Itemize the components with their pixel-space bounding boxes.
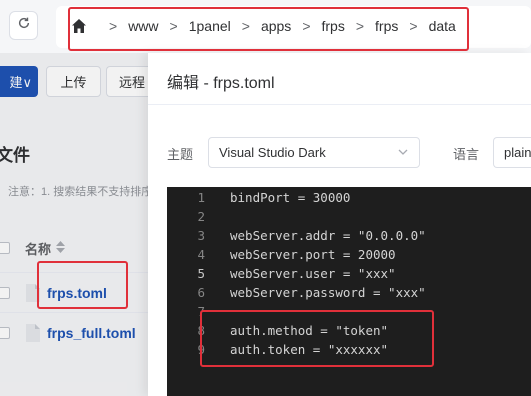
code-line: 2 [167, 207, 531, 226]
line-number: 1 [197, 190, 205, 205]
line-number: 5 [197, 266, 205, 281]
drawer-title: 编辑 - frps.toml [167, 75, 275, 92]
theme-select-value: Visual Studio Dark [219, 145, 326, 160]
app-root: > www > 1panel > apps > frps > frps > da… [0, 0, 531, 396]
line-number: 6 [197, 285, 205, 300]
annotation-box-auth [200, 310, 434, 367]
drawer-overlay[interactable] [0, 53, 148, 396]
refresh-icon [17, 16, 31, 35]
code-line: 6 webServer.password = "xxx" [167, 283, 531, 302]
line-number: 4 [197, 247, 205, 262]
refresh-button[interactable] [9, 11, 38, 40]
annotation-box-file [37, 261, 128, 309]
annotation-box-breadcrumb [68, 7, 469, 51]
theme-label: 主题 [167, 147, 194, 162]
code-line: 4 webServer.port = 20000 [167, 245, 531, 264]
language-select-value: plain [504, 145, 531, 160]
line-number: 2 [197, 209, 205, 224]
code-line: 5 webServer.user = "xxx" [167, 264, 531, 283]
code-line: 3 webServer.addr = "0.0.0.0" [167, 226, 531, 245]
line-text: webServer.addr = "0.0.0.0" [230, 228, 426, 243]
line-text: webServer.user = "xxx" [230, 266, 396, 281]
language-label: 语言 [453, 147, 480, 162]
theme-select[interactable]: Visual Studio Dark [208, 137, 420, 168]
line-text: webServer.password = "xxx" [230, 285, 426, 300]
language-select[interactable]: plain [493, 137, 531, 168]
code-line: 1 bindPort = 30000 [167, 188, 531, 207]
chevron-down-icon [397, 146, 409, 161]
drawer-divider [148, 104, 531, 105]
line-text: bindPort = 30000 [230, 190, 351, 205]
line-text: webServer.port = 20000 [230, 247, 396, 262]
line-number: 3 [197, 228, 205, 243]
